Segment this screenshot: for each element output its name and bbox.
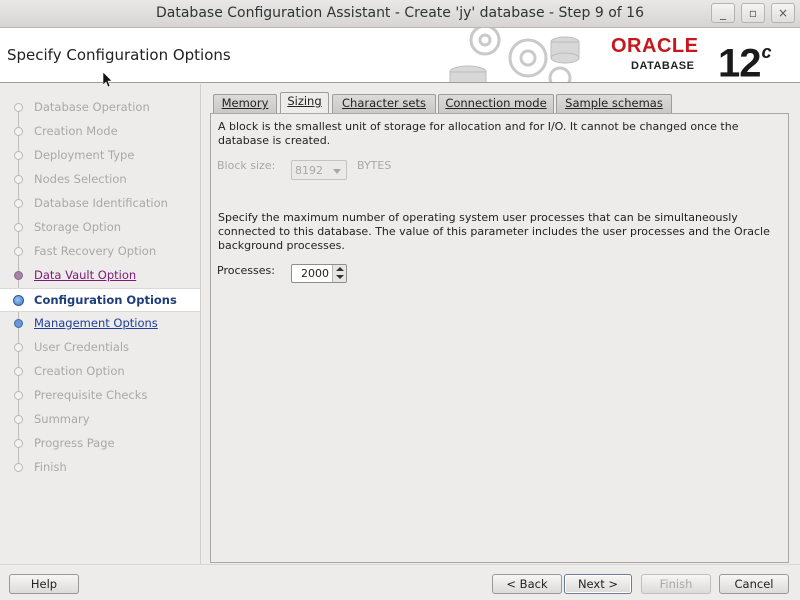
finish-button[interactable]: Finish — [641, 574, 711, 594]
nav-step-data-vault-option[interactable]: Data Vault Option — [0, 264, 200, 288]
tab-connection-mode-label: Connection mode — [445, 96, 547, 110]
nav-step-label: Storage Option — [34, 220, 122, 234]
version-number: 12 — [718, 41, 761, 83]
window-titlebar[interactable]: Database Configuration Assistant - Creat… — [0, 0, 800, 28]
page-header: Specify Configuration Options ORACLE DAT… — [0, 28, 800, 83]
cancel-button[interactable]: Cancel — [719, 574, 789, 594]
page-title: Specify Configuration Options — [7, 46, 231, 64]
nav-step-database-operation: Database Operation — [0, 96, 200, 120]
nav-step-label: Finish — [34, 460, 67, 474]
block-size-select: 8192 — [291, 160, 347, 180]
minimize-button[interactable]: _ — [711, 3, 735, 23]
nav-step-configuration-options[interactable]: Configuration Options — [0, 288, 200, 312]
tab-character-sets-label: Character sets — [342, 96, 426, 110]
processes-spinner[interactable]: 2000 — [291, 264, 347, 283]
nav-step-label: Configuration Options — [34, 293, 177, 307]
nav-step-label: Management Options — [34, 316, 158, 330]
version-logo: 12c — [718, 34, 772, 83]
nav-step-label: Database Operation — [34, 100, 150, 114]
step-navigation: Database Operation Creation Mode Deploymen… — [0, 84, 200, 564]
nav-step-creation-mode: Creation Mode — [0, 120, 200, 144]
step-dot-icon — [14, 127, 23, 136]
nav-step-label: Progress Page — [34, 436, 115, 450]
version-suffix: c — [761, 42, 772, 62]
block-size-value: 8192 — [295, 164, 323, 177]
processes-description: Specify the maximum number of operating … — [218, 211, 770, 252]
nav-step-storage-option: Storage Option — [0, 216, 200, 240]
nav-step-fast-recovery-option: Fast Recovery Option — [0, 240, 200, 264]
nav-step-prerequisite-checks: Prerequisite Checks — [0, 384, 200, 408]
tab-sample-schemas-label: Sample schemas — [565, 96, 663, 110]
nav-step-deployment-type: Deployment Type — [0, 144, 200, 168]
nav-step-progress-page: Progress Page — [0, 432, 200, 456]
nav-step-label: Prerequisite Checks — [34, 388, 148, 402]
nav-step-label: Creation Mode — [34, 124, 118, 138]
processes-label: Processes: — [217, 264, 275, 277]
nav-step-database-identification: Database Identification — [0, 192, 200, 216]
close-window-button[interactable]: × — [771, 3, 795, 23]
nav-divider — [200, 84, 201, 564]
nav-step-label: Nodes Selection — [34, 172, 127, 186]
oracle-logo: ORACLE DATABASE — [611, 36, 698, 72]
tab-memory-label: Memory — [221, 96, 269, 110]
step-dot-icon — [14, 439, 23, 448]
spinner-up-icon[interactable] — [336, 267, 344, 271]
step-dot-icon — [14, 463, 23, 472]
nav-step-label: Creation Option — [34, 364, 125, 378]
gears-illustration-icon — [449, 28, 580, 82]
nav-step-label: Deployment Type — [34, 148, 135, 162]
tab-sizing-label: Sizing — [287, 94, 322, 108]
tab-character-sets[interactable]: Character sets — [332, 94, 436, 113]
step-dot-icon — [14, 247, 23, 256]
nav-step-label: Data Vault Option — [34, 268, 137, 282]
tab-sizing[interactable]: Sizing — [280, 92, 329, 114]
tab-memory[interactable]: Memory — [213, 94, 277, 113]
step-dot-icon — [14, 367, 23, 376]
step-dot-icon — [13, 295, 24, 306]
nav-step-summary: Summary — [0, 408, 200, 432]
step-dot-icon — [14, 151, 23, 160]
block-size-description: A block is the smallest unit of storage … — [218, 120, 739, 147]
maximize-button[interactable]: ▫ — [741, 3, 765, 23]
tab-connection-mode[interactable]: Connection mode — [438, 94, 554, 113]
sizing-panel — [210, 113, 789, 563]
help-button[interactable]: Help — [9, 574, 79, 594]
back-button[interactable]: < Back — [492, 574, 562, 594]
oracle-product: DATABASE — [631, 60, 695, 72]
step-dot-icon — [14, 343, 23, 352]
nav-step-management-options[interactable]: Management Options — [0, 312, 200, 336]
spinner-buttons — [332, 265, 346, 282]
step-dot-icon — [14, 271, 23, 280]
step-dot-icon — [14, 415, 23, 424]
nav-step-creation-option: Creation Option — [0, 360, 200, 384]
step-dot-icon — [14, 319, 23, 328]
nav-step-label: Database Identification — [34, 196, 168, 210]
block-size-label: Block size: — [217, 159, 276, 172]
footer-divider — [0, 564, 800, 565]
nav-step-label: Summary — [34, 412, 90, 426]
nav-step-label: Fast Recovery Option — [34, 244, 157, 258]
nav-step-label: User Credentials — [34, 340, 130, 354]
chevron-down-icon — [333, 169, 341, 174]
block-size-unit: BYTES — [357, 159, 392, 172]
step-dot-icon — [14, 199, 23, 208]
nav-step-nodes-selection: Nodes Selection — [0, 168, 200, 192]
nav-step-user-credentials: User Credentials — [0, 336, 200, 360]
window-title: Database Configuration Assistant - Creat… — [156, 5, 644, 21]
nav-step-finish: Finish — [0, 456, 200, 480]
step-dot-icon — [14, 223, 23, 232]
spinner-down-icon[interactable] — [336, 275, 344, 279]
step-dot-icon — [14, 391, 23, 400]
step-dot-icon — [14, 175, 23, 184]
next-button[interactable]: Next > — [564, 574, 632, 594]
processes-value[interactable]: 2000 — [301, 267, 329, 280]
step-dot-icon — [14, 103, 23, 112]
oracle-brand: ORACLE — [611, 35, 699, 57]
tab-sample-schemas[interactable]: Sample schemas — [556, 94, 672, 113]
